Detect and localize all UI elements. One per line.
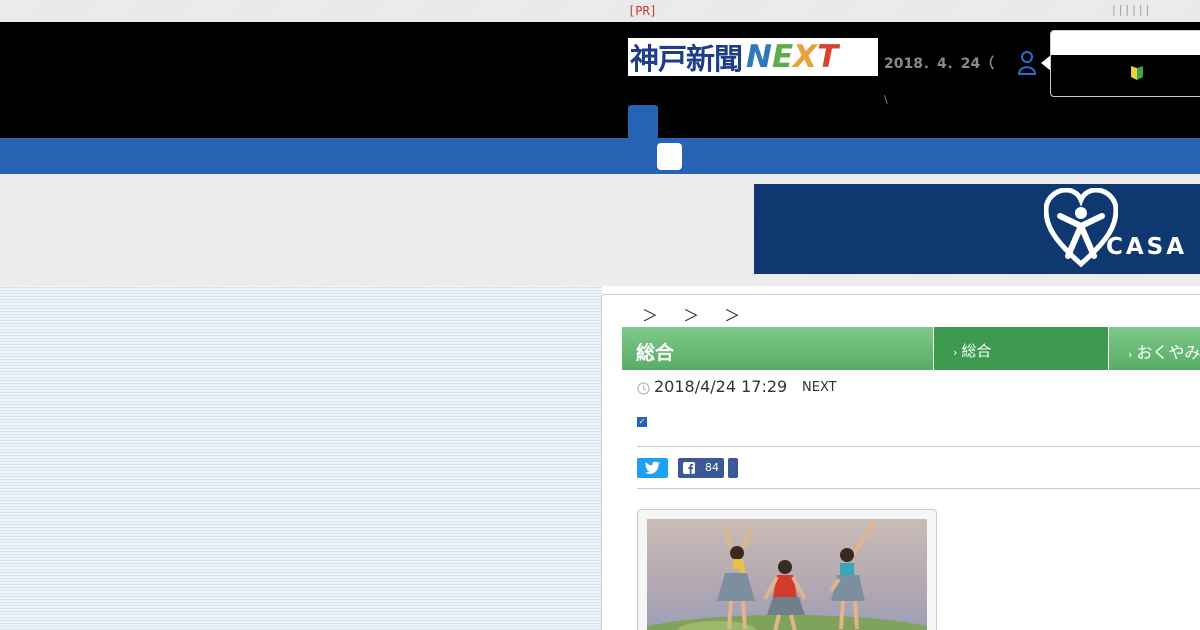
logo-next: NEXT [746,39,838,75]
category-title: 総合 [636,342,675,364]
nav-tab-indicator[interactable] [628,105,658,139]
chevron-right-icon: › [1128,348,1133,361]
header-tick: \ [884,93,888,106]
facebook-share-count: 84 [705,461,719,474]
logo-letter-n: N [746,39,772,75]
left-sidebar-background [0,286,602,630]
article-photo[interactable] [647,519,927,630]
pr-label[interactable]: [PR] [628,4,657,18]
dancers-illustration [647,519,927,630]
clock-icon [637,382,650,395]
divider [637,446,1200,447]
tab-label-text: 総合 [961,342,992,360]
logo-letter-e: E [771,39,794,75]
twitter-icon [644,461,660,474]
logo-kobe-shimbun: 神戸新聞 [630,42,743,76]
chevron-right-icon: › [953,346,958,359]
article-date: 2018/4/24 17:29 [654,377,788,396]
tab-sogo-label[interactable]: › 総合 [953,340,991,361]
user-icon[interactable] [1016,50,1038,76]
dropdown-header [1051,31,1200,55]
user-dropdown[interactable] [1050,30,1200,97]
logo-letter-t: T [817,39,839,75]
logo-letter-x: X [793,39,818,75]
beginner-mark-icon [1131,66,1143,80]
share-more-button[interactable] [728,458,738,478]
tab-label-text: おくやみ [1136,343,1200,362]
site-header [0,22,1200,138]
casa-banner[interactable] [754,184,1200,274]
casa-brand: CASA [1106,234,1188,260]
article-source: NEXT [802,380,837,395]
breadcrumb[interactable]: ＞ ＞ ＞ [642,302,750,326]
facebook-icon [683,462,695,474]
header-date: 2018．4．24（ [884,56,995,72]
main-nav [0,138,1200,174]
checkbox-icon[interactable]: ✓ [637,417,647,427]
tab-okuyami-label[interactable]: › おくやみ [1128,339,1200,363]
site-logo[interactable]: 神戸新聞 NEXT [628,38,878,76]
nav-menu-button[interactable] [657,143,682,170]
pr-bar: [PR] |||||| [0,0,1200,22]
twitter-share-button[interactable] [637,458,668,478]
divider [637,488,1200,489]
pr-text-placeholder: |||||| [1112,3,1153,16]
